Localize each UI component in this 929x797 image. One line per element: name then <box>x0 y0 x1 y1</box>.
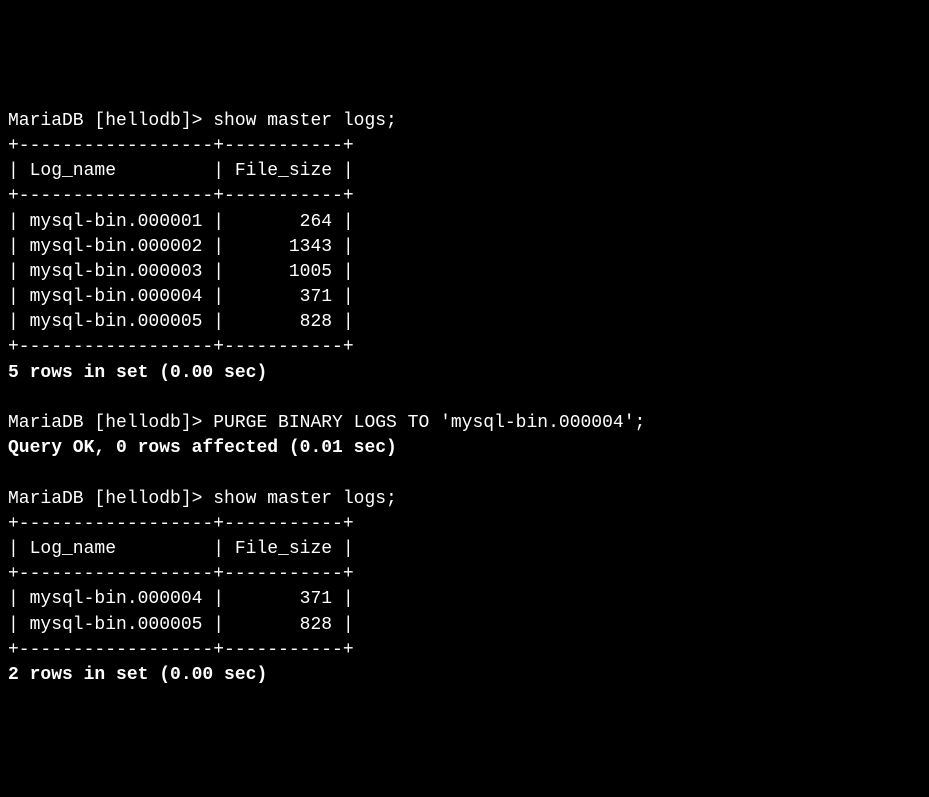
terminal-output: MariaDB [hellodb]> show master logs; +--… <box>8 111 645 685</box>
table-row: | mysql-bin.000001 | 264 | <box>8 212 354 232</box>
table-border: +------------------+-----------+ <box>8 337 354 357</box>
table-border: +------------------+-----------+ <box>8 640 354 660</box>
table-border: +------------------+-----------+ <box>8 514 354 534</box>
table-row: | mysql-bin.000003 | 1005 | <box>8 262 354 282</box>
table-header: | Log_name | File_size | <box>8 161 354 181</box>
table-row: | mysql-bin.000002 | 1343 | <box>8 237 354 257</box>
result-summary: Query OK, 0 rows affected (0.01 sec) <box>8 438 397 458</box>
prompt-line[interactable]: MariaDB [hellodb]> show master logs; <box>8 111 397 131</box>
table-border: +------------------+-----------+ <box>8 564 354 584</box>
table-row: | mysql-bin.000004 | 371 | <box>8 589 354 609</box>
table-border: +------------------+-----------+ <box>8 136 354 156</box>
prompt-line[interactable]: MariaDB [hellodb]> show master logs; <box>8 489 397 509</box>
result-summary: 2 rows in set (0.00 sec) <box>8 665 267 685</box>
table-row: | mysql-bin.000005 | 828 | <box>8 615 354 635</box>
table-header: | Log_name | File_size | <box>8 539 354 559</box>
table-row: | mysql-bin.000005 | 828 | <box>8 312 354 332</box>
prompt-line[interactable]: MariaDB [hellodb]> PURGE BINARY LOGS TO … <box>8 413 645 433</box>
table-border: +------------------+-----------+ <box>8 186 354 206</box>
result-summary: 5 rows in set (0.00 sec) <box>8 363 267 383</box>
table-row: | mysql-bin.000004 | 371 | <box>8 287 354 307</box>
